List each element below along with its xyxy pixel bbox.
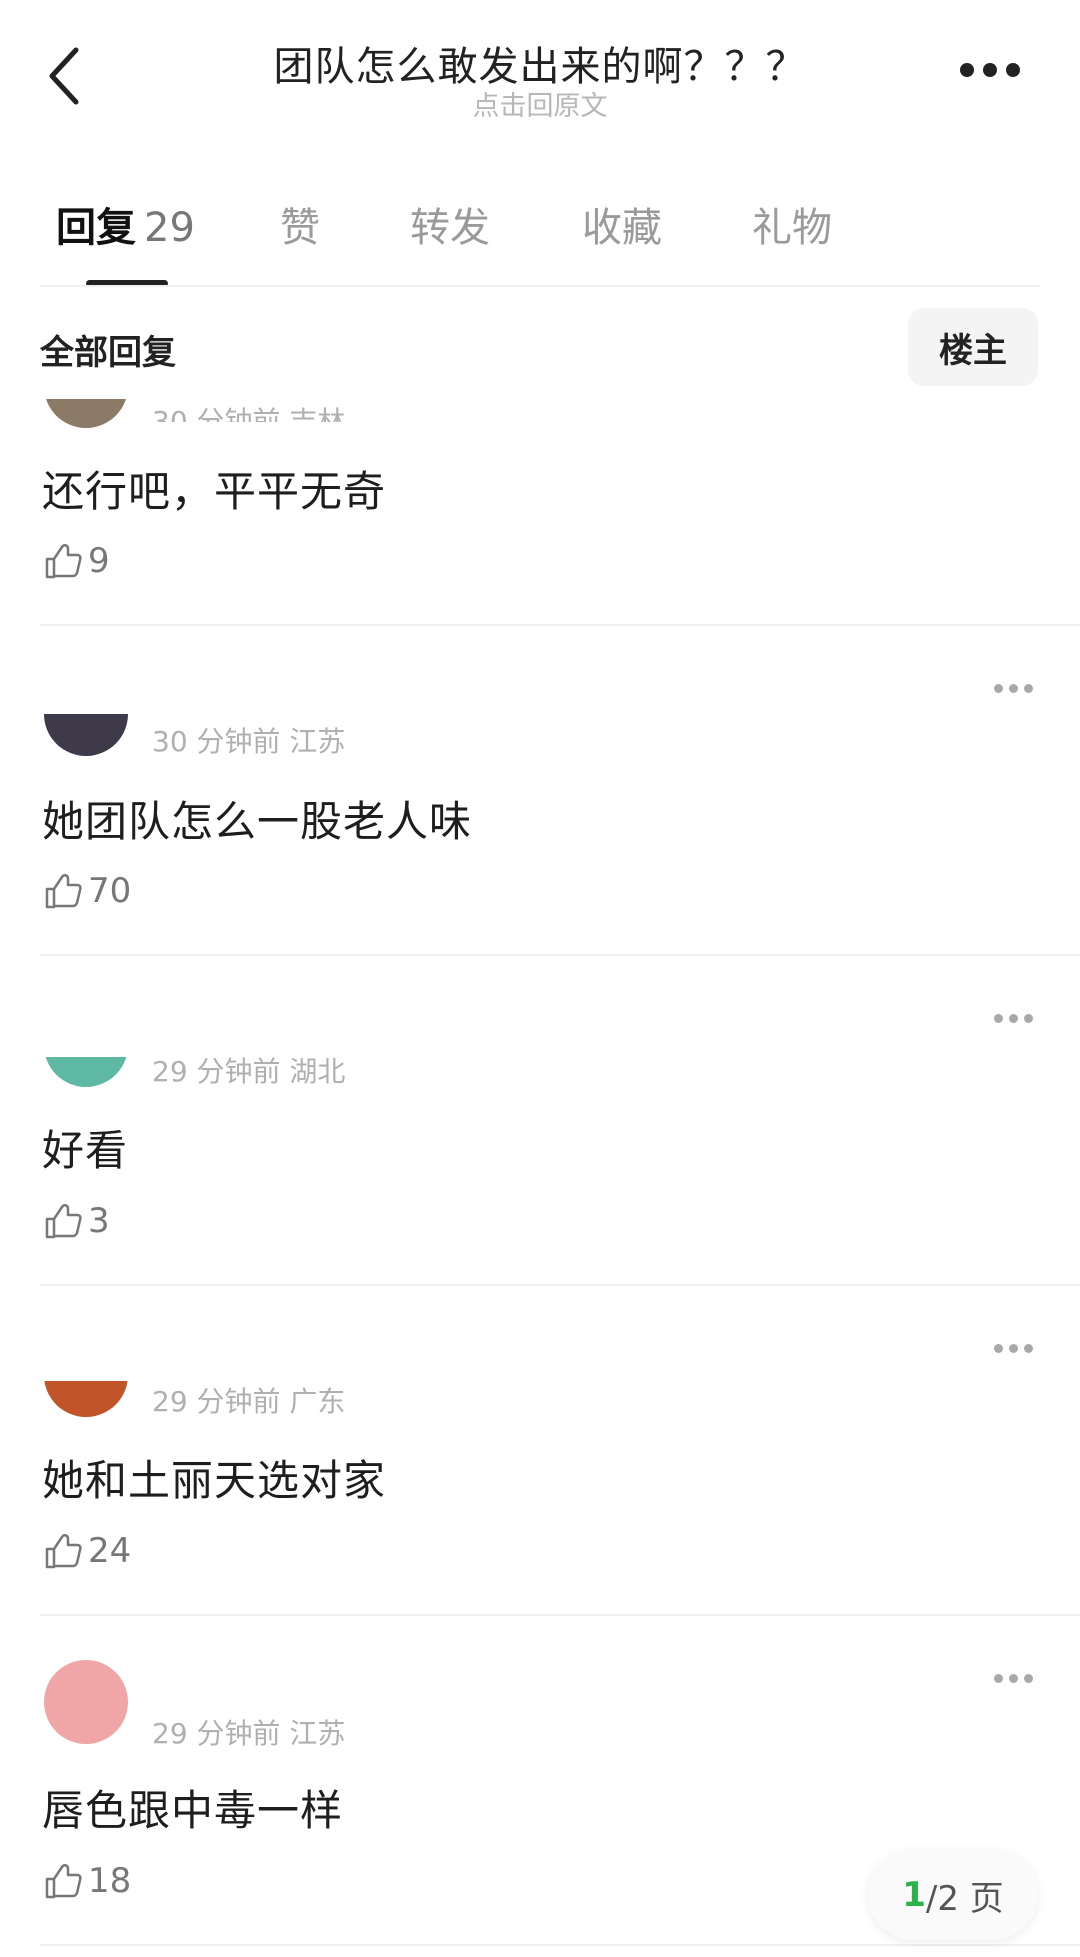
- avatar[interactable]: [44, 1660, 128, 1744]
- tab-replies-count: 29: [144, 205, 195, 251]
- like-button[interactable]: 70: [42, 870, 131, 912]
- divider: [40, 624, 1080, 626]
- comment-meta: 30 分钟前 吉林: [152, 405, 346, 422]
- more-dot: [1024, 1014, 1033, 1023]
- divider: [40, 1944, 1080, 1946]
- more-dot: [1024, 684, 1033, 693]
- tab-gifts[interactable]: 礼物: [752, 195, 832, 253]
- comment-meta: 30 分钟前 江苏: [152, 725, 346, 758]
- thumbs-up-icon: [45, 1864, 82, 1899]
- divider: [40, 954, 1080, 956]
- like-count: 9: [88, 541, 110, 581]
- comment-text[interactable]: 好看: [42, 1117, 128, 1178]
- more-dot: [1009, 684, 1018, 693]
- like-button[interactable]: 3: [42, 1200, 110, 1242]
- more-dot: [1024, 1674, 1033, 1683]
- current-page: 1: [902, 1875, 926, 1915]
- more-dot: [994, 1674, 1003, 1683]
- divider: [40, 285, 1040, 287]
- thumbs-up-icon: [45, 874, 82, 909]
- tab-reposts[interactable]: 转发: [410, 195, 490, 253]
- comment-meta: 29 分钟前 广东: [152, 1385, 346, 1418]
- more-dot: [994, 1344, 1003, 1353]
- tab-likes[interactable]: 赞: [280, 195, 320, 253]
- thumbs-up-icon: [45, 1534, 82, 1569]
- like-count: 24: [88, 1531, 132, 1571]
- avatar[interactable]: [44, 714, 128, 756]
- more-dot: [960, 63, 974, 77]
- more-dot: [994, 1014, 1003, 1023]
- back-to-original-link[interactable]: 点击回原文: [0, 84, 1080, 123]
- divider: [40, 1284, 1080, 1286]
- more-dot: [1024, 1344, 1033, 1353]
- more-dot: [1009, 1344, 1018, 1353]
- tab-favorites[interactable]: 收藏: [582, 195, 662, 253]
- op-only-button[interactable]: 楼主: [908, 308, 1038, 386]
- comment-more-button[interactable]: [994, 684, 1038, 698]
- avatar[interactable]: [44, 1381, 128, 1417]
- like-count: 70: [88, 871, 132, 911]
- comment-text[interactable]: 她团队怎么一股老人味: [42, 788, 472, 849]
- like-button[interactable]: 24: [42, 1530, 131, 1572]
- comment-text[interactable]: 还行吧，平平无奇: [42, 458, 386, 519]
- comment-more-button[interactable]: [994, 1674, 1038, 1688]
- comment-meta: 29 分钟前 湖北: [152, 1055, 346, 1088]
- like-count: 18: [88, 1861, 132, 1901]
- tab-replies-label: 回复: [56, 205, 136, 251]
- like-button[interactable]: 18: [42, 1860, 131, 1902]
- comment-more-button[interactable]: [994, 1014, 1038, 1028]
- top-bar: 团队怎么敢发出来的啊？？？ 点击回原文: [0, 0, 1080, 150]
- tab-replies[interactable]: 回复 29: [56, 195, 195, 253]
- all-replies-heading: 全部回复: [40, 333, 176, 373]
- more-options-button[interactable]: [960, 58, 1030, 82]
- page-total: /2 页: [925, 1878, 1004, 1919]
- comment-more-button[interactable]: [994, 1344, 1038, 1358]
- more-dot: [1009, 1674, 1018, 1683]
- thumbs-up-icon: [45, 1204, 82, 1239]
- avatar[interactable]: [44, 1057, 128, 1087]
- page-indicator[interactable]: 1/2 页: [868, 1850, 1038, 1940]
- more-dot: [1006, 63, 1020, 77]
- more-dot: [994, 684, 1003, 693]
- tab-bar: 回复 29 赞 转发 收藏 礼物: [0, 195, 1080, 285]
- more-dot: [1009, 1014, 1018, 1023]
- divider: [40, 1614, 1080, 1616]
- comment-text[interactable]: 她和土丽天选对家: [42, 1447, 386, 1508]
- thumbs-up-icon: [45, 544, 82, 579]
- like-button[interactable]: 9: [42, 540, 110, 582]
- comment-meta: 29 分钟前 江苏: [152, 1717, 346, 1750]
- comment-text[interactable]: 唇色跟中毒一样: [42, 1777, 343, 1838]
- more-dot: [983, 63, 997, 77]
- like-count: 3: [88, 1201, 110, 1241]
